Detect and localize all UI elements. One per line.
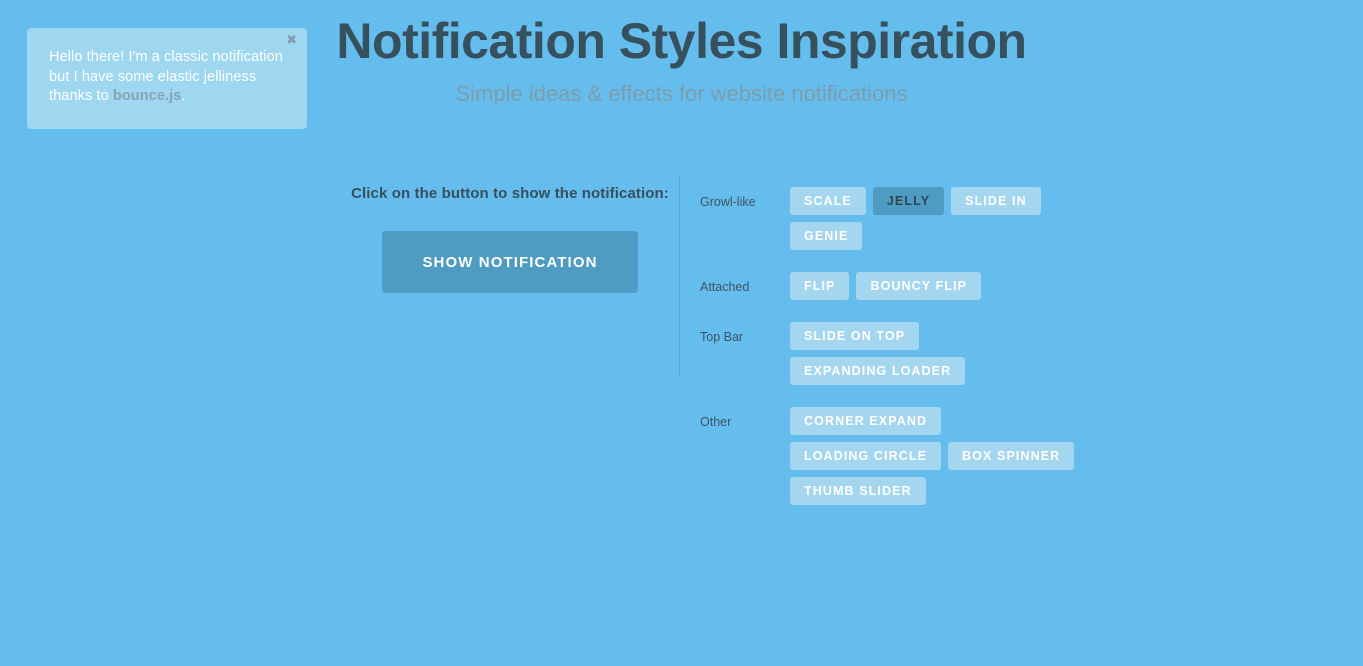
trigger-instruction: Click on the button to show the notifica… [351,185,669,202]
notification-message-suffix: . [181,88,186,104]
option-group: Top Bar SLIDE ON TOP EXPANDING LOADER [700,310,1300,385]
option-group-label: Top Bar [700,330,744,344]
option-button[interactable]: SCALE [790,187,866,215]
option-group: Other CORNER EXPAND LOADING CIRCLE BOX SPIN… [700,395,1300,505]
option-button-list: CORNER EXPAND LOADING CIRCLE BOX SPINNER TH… [790,395,1090,505]
option-button[interactable]: JELLY [872,187,945,215]
option-group-label: Other [700,415,732,429]
option-group-label: Attached [700,280,750,294]
main-content: Click on the button to show the notifica… [0,175,1363,505]
option-button[interactable]: GENIE [790,222,863,250]
option-button[interactable]: SLIDE IN [951,187,1041,215]
option-button-list: SLIDE ON TOP EXPANDING LOADER [790,310,1090,385]
bouncejs-link[interactable]: bounce.js [113,88,182,104]
option-button-list: SCALE JELLY SLIDE IN GENIE [790,175,1090,250]
option-button[interactable]: FLIP [790,272,850,300]
option-button[interactable]: BOUNCY FLIP [856,272,982,300]
option-button[interactable]: CORNER EXPAND [790,407,942,435]
trigger-section: Click on the button to show the notifica… [340,175,680,293]
option-button[interactable]: EXPANDING LOADER [790,357,966,385]
notification-message: Hello there! I'm a classic notification … [49,48,285,107]
option-group: Attached FLIP BOUNCY FLIP [700,260,1300,300]
option-group: Growl-like SCALE JELLY SLIDE IN GENIE [700,175,1300,250]
options-section: Growl-like SCALE JELLY SLIDE IN GENIE Attache… [700,175,1300,515]
option-button[interactable]: THUMB SLIDER [790,477,926,505]
option-button[interactable]: SLIDE ON TOP [790,322,920,350]
option-group-label: Growl-like [700,195,756,209]
close-icon[interactable]: ✖ [286,34,297,47]
vertical-divider [679,175,680,376]
show-notification-button[interactable]: SHOW NOTIFICATION [382,231,638,293]
option-button[interactable]: LOADING CIRCLE [790,442,942,470]
classic-notification: ✖ Hello there! I'm a classic notificatio… [27,28,307,129]
option-button-list: FLIP BOUNCY FLIP [790,260,1090,300]
option-button[interactable]: BOX SPINNER [948,442,1075,470]
